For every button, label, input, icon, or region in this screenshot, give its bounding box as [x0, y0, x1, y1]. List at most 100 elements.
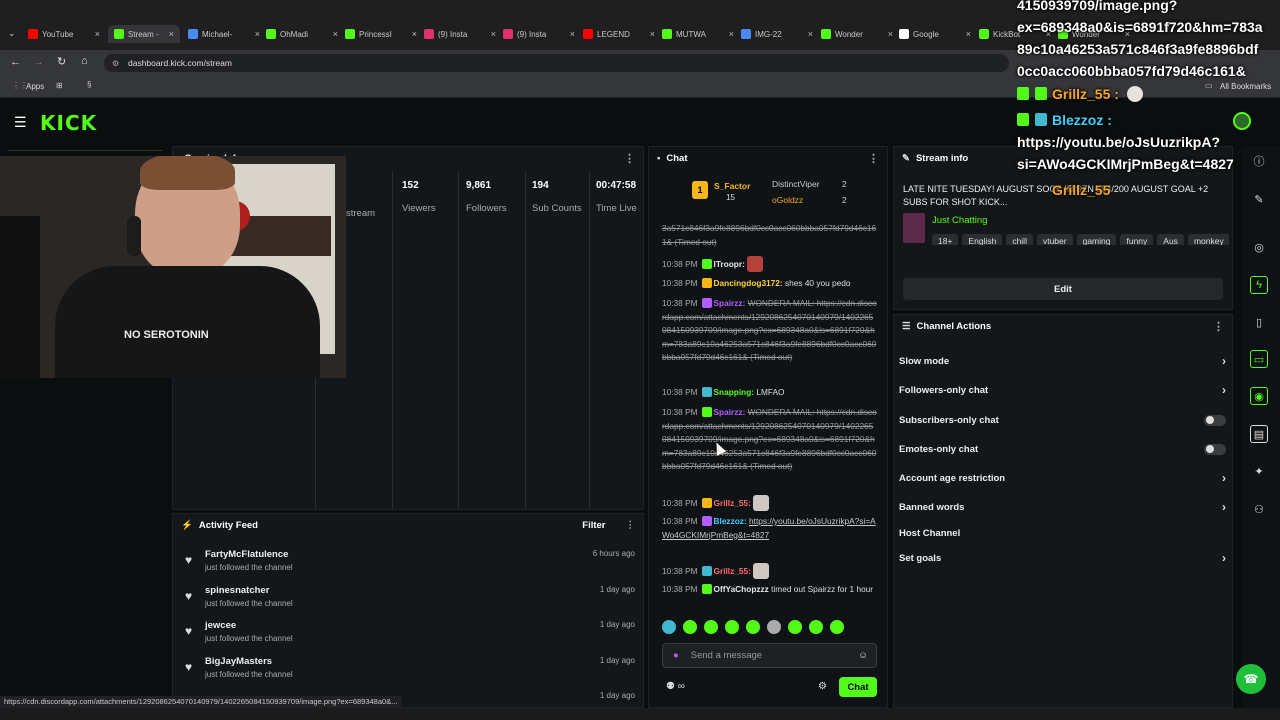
help-chat-button[interactable]: ☎	[1236, 664, 1266, 694]
tab-1[interactable]: Stream - ×	[108, 25, 180, 43]
chat-username[interactable]: Grillz_55:	[714, 566, 751, 576]
close-tab-icon[interactable]: ×	[888, 29, 893, 39]
tab-10[interactable]: Wonder ×	[821, 25, 893, 43]
activity-item[interactable]: ♥ spinesnatcher just followed the channel 1…	[183, 585, 638, 619]
emote[interactable]	[683, 620, 697, 634]
lightning-icon[interactable]: ϟ	[1250, 276, 1268, 294]
tab-7[interactable]: LEGEND ×	[583, 25, 655, 43]
close-tab-icon[interactable]: ×	[333, 29, 338, 39]
chat-message[interactable]: 10:38 PM Grillz_55:	[662, 495, 877, 511]
close-tab-icon[interactable]: ×	[412, 29, 417, 39]
tab-0[interactable]: YouTube ×	[28, 25, 100, 43]
tab-6[interactable]: (9) Insta ×	[503, 25, 575, 43]
chat-message[interactable]: 10:38 PM OffYaChopzzz timed out Spairzz f…	[662, 583, 877, 597]
chat-icon[interactable]: ▭	[1250, 350, 1268, 368]
chat-options-icon[interactable]: ⋮	[868, 152, 879, 165]
emote[interactable]	[788, 620, 802, 634]
tag[interactable]: English	[962, 234, 1003, 245]
close-tab-icon[interactable]: ×	[570, 29, 575, 39]
pencil-icon[interactable]: ✎	[1250, 190, 1268, 208]
close-tab-icon[interactable]: ×	[491, 29, 496, 39]
close-tab-icon[interactable]: ×	[966, 29, 971, 39]
channel-action[interactable]: Subscribers-only chat	[899, 410, 1226, 430]
kick-logo[interactable]: KICK	[40, 111, 97, 135]
tag[interactable]: chill	[1006, 234, 1033, 245]
site-info-icon[interactable]: ⚙	[112, 59, 119, 68]
chat-message[interactable]: 10:38 PM Snapping: LMFAO	[662, 386, 877, 400]
leader-3-name[interactable]: oGoldzz	[772, 195, 803, 205]
chat-username[interactable]: Blezzoz:	[714, 516, 747, 526]
mobile-icon[interactable]: ▯	[1250, 313, 1268, 331]
chat-message[interactable]: 10:38 PM ITroopr:	[662, 256, 877, 272]
tag[interactable]: funny	[1120, 234, 1154, 245]
chat-message[interactable]: 3a571c846f3a9fe8896bdf0cc0acc060bbba057f…	[662, 222, 877, 250]
channel-action[interactable]: Set goals ›	[899, 548, 1226, 568]
channel-action[interactable]: Host Channel	[899, 523, 1226, 543]
chat-username[interactable]: Dancingdog3172:	[714, 278, 783, 288]
all-bookmarks[interactable]: All Bookmarks	[1220, 82, 1271, 91]
chat-settings-icon[interactable]: ⚙	[818, 681, 827, 692]
toggle-switch[interactable]	[1204, 414, 1226, 426]
emote[interactable]	[746, 620, 760, 634]
chat-username[interactable]: Grillz_55:	[714, 498, 751, 508]
channel-action[interactable]: Emotes-only chat	[899, 439, 1226, 459]
avatar[interactable]	[1233, 112, 1251, 130]
layout-icon[interactable]: ▤	[1250, 425, 1268, 443]
emote[interactable]	[662, 620, 676, 634]
wrench-icon[interactable]: ✦	[1250, 462, 1268, 480]
chat-input[interactable]: ● Send a message ☺	[662, 643, 877, 668]
close-tab-icon[interactable]: ×	[808, 29, 813, 39]
tab-11[interactable]: Google ×	[899, 25, 971, 43]
chat-users-icon[interactable]: ⚉ ∞	[666, 681, 685, 692]
activity-user[interactable]: BigJayMasters	[205, 656, 272, 667]
tag[interactable]: gaming	[1076, 234, 1117, 245]
camera-icon[interactable]: ◎	[1250, 238, 1268, 256]
activity-item[interactable]: ♥ jewcee just followed the channel 1 day ag…	[183, 620, 638, 654]
back-icon[interactable]: ←	[10, 56, 21, 68]
address-bar[interactable]: ⚙ dashboard.kick.com/stream	[104, 54, 1009, 72]
category-name[interactable]: Just Chatting	[932, 215, 987, 226]
more-options-icon[interactable]: ⋮	[1213, 320, 1224, 333]
chat-username[interactable]: Snapping:	[714, 387, 755, 397]
reload-icon[interactable]: ↻	[57, 55, 66, 68]
tab-8[interactable]: MUTWA ×	[662, 25, 734, 43]
chat-username[interactable]: Spairzz:	[714, 407, 746, 417]
activity-item[interactable]: ♥ BigJayMasters just followed the channel 1…	[183, 656, 638, 690]
chat-send-button[interactable]: Chat	[839, 677, 877, 697]
info-icon[interactable]: ⓘ	[1250, 152, 1268, 170]
chat-message[interactable]: 10:38 PM Spairzz: WONDERA MAIL: https://c…	[662, 297, 877, 365]
channel-action[interactable]: Slow mode ›	[899, 351, 1226, 371]
forward-icon[interactable]: →	[33, 56, 44, 68]
bookmark-s-icon[interactable]: §	[87, 80, 91, 89]
chat-username[interactable]: ITroopr:	[714, 259, 745, 269]
menu-icon[interactable]: ☰	[14, 114, 27, 131]
apps-bookmark[interactable]: Apps	[26, 82, 44, 91]
close-tab-icon[interactable]: ×	[729, 29, 734, 39]
leader-2-name[interactable]: DistinctViper	[772, 179, 820, 189]
tab-3[interactable]: OhMadi ×	[266, 25, 338, 43]
close-tab-icon[interactable]: ×	[95, 29, 100, 39]
tag[interactable]: vtuber	[1036, 234, 1073, 245]
channel-action[interactable]: Followers-only chat ›	[899, 380, 1226, 400]
edit-button[interactable]: Edit	[903, 278, 1223, 300]
home-icon[interactable]: ⌂	[81, 55, 88, 67]
tab-4[interactable]: PrincessI ×	[345, 25, 417, 43]
chat-message[interactable]: 10:38 PM Spairzz: WONDERA MAIL: https://c…	[662, 406, 877, 474]
emote[interactable]	[704, 620, 718, 634]
chat-username[interactable]: OffYaChopzzz	[714, 584, 769, 594]
emote[interactable]	[725, 620, 739, 634]
emote[interactable]	[809, 620, 823, 634]
tab-9[interactable]: IMG-22 ×	[741, 25, 813, 43]
toggle-switch[interactable]	[1204, 443, 1226, 455]
chat-username[interactable]: Spairzz:	[714, 298, 746, 308]
broadcast-icon[interactable]: ◉	[1250, 387, 1268, 405]
mic-icon[interactable]: ●	[673, 650, 679, 661]
tag[interactable]: 18+	[932, 234, 959, 245]
chat-message[interactable]: 10:38 PM Blezzoz: https://youtu.be/oJsUuz…	[662, 515, 877, 542]
filter-button[interactable]: Filter	[582, 520, 605, 531]
channel-action[interactable]: Banned words ›	[899, 497, 1226, 517]
emote[interactable]	[767, 620, 781, 634]
grid-icon[interactable]: ⊞	[56, 81, 63, 90]
chat-message[interactable]: 10:38 PM Grillz_55:	[662, 563, 877, 579]
tab-5[interactable]: (9) Insta ×	[424, 25, 496, 43]
